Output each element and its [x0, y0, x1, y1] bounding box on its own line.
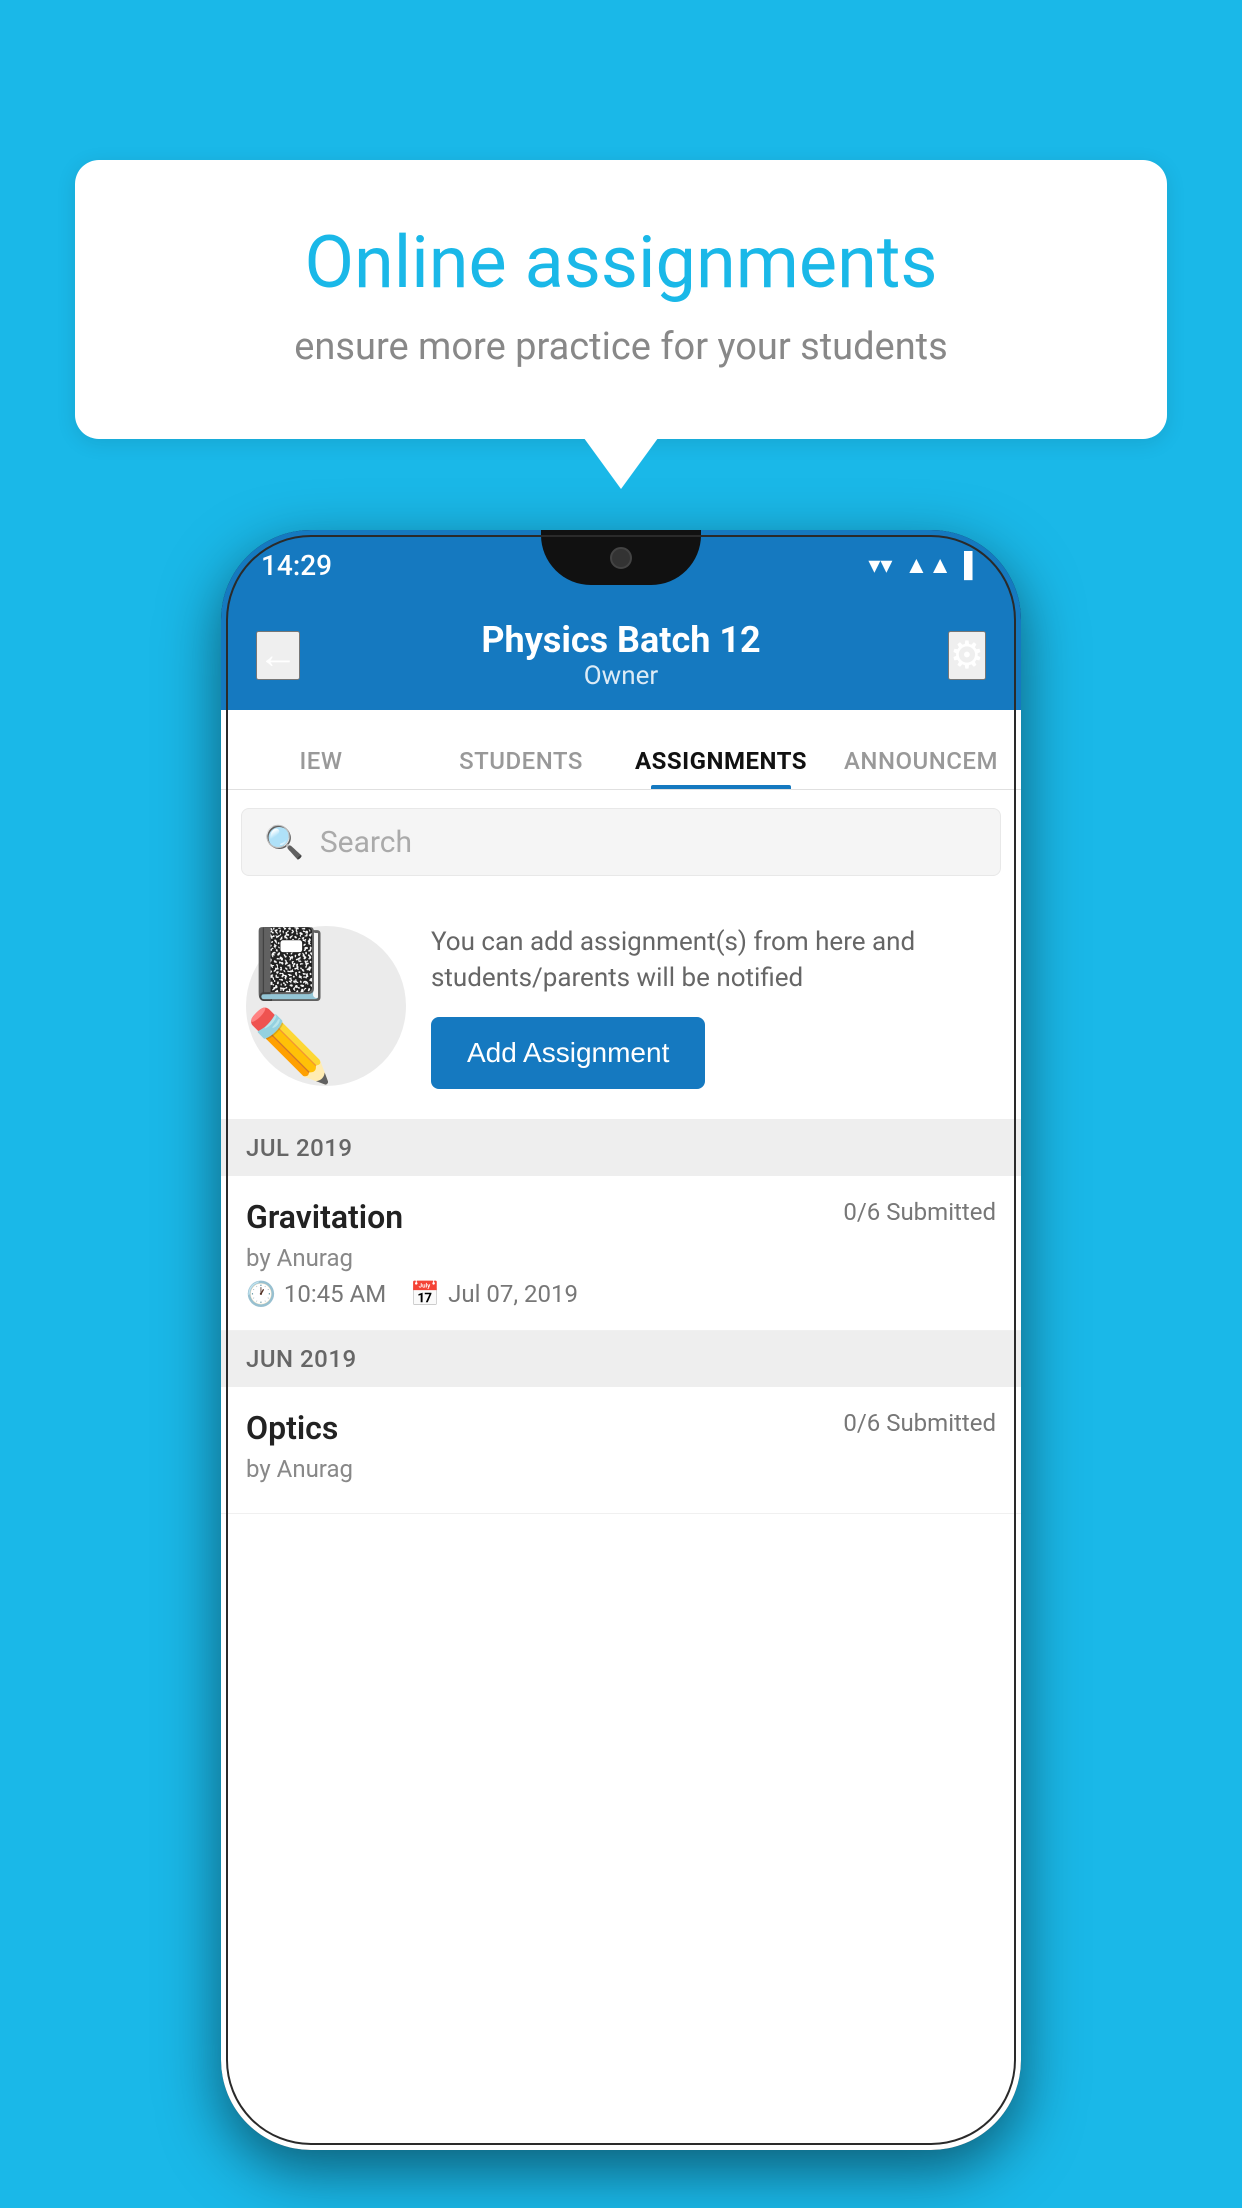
header-title: Physics Batch 12 — [481, 619, 760, 661]
front-camera — [610, 547, 632, 569]
search-placeholder: Search — [320, 825, 412, 860]
assignment-gravitation[interactable]: Gravitation 0/6 Submitted by Anurag 🕐 10… — [221, 1176, 1021, 1331]
assignment-author-optics: by Anurag — [246, 1455, 996, 1483]
assignment-time-text: 10:45 AM — [284, 1280, 386, 1308]
assignment-submitted-gravitation: 0/6 Submitted — [843, 1198, 996, 1226]
assignment-name-gravitation: Gravitation — [246, 1198, 403, 1236]
header-title-group: Physics Batch 12 Owner — [481, 619, 760, 691]
promo-description: You can add assignment(s) from here and … — [431, 924, 996, 997]
assignment-date-gravitation: 📅 Jul 07, 2019 — [410, 1280, 578, 1308]
promo-right: You can add assignment(s) from here and … — [431, 924, 996, 1089]
tabs-bar: IEW STUDENTS ASSIGNMENTS ANNOUNCEM — [221, 710, 1021, 790]
assignment-meta-gravitation: 🕐 10:45 AM 📅 Jul 07, 2019 — [246, 1280, 996, 1308]
search-bar[interactable]: 🔍 Search — [241, 808, 1001, 876]
speech-bubble-title: Online assignments — [145, 220, 1097, 305]
clock-icon: 🕐 — [246, 1280, 276, 1308]
tab-announcements[interactable]: ANNOUNCEM — [821, 747, 1021, 789]
assignment-header-optics: Optics 0/6 Submitted — [246, 1409, 996, 1447]
assignment-optics[interactable]: Optics 0/6 Submitted by Anurag — [221, 1387, 1021, 1514]
assignment-author-gravitation: by Anurag — [246, 1244, 996, 1272]
assignment-submitted-optics: 0/6 Submitted — [843, 1409, 996, 1437]
signal-icon: ▲▲ — [904, 551, 952, 580]
assignment-time-gravitation: 🕐 10:45 AM — [246, 1280, 386, 1308]
battery-icon: ▌ — [964, 551, 981, 580]
back-button[interactable]: ← — [256, 631, 300, 680]
status-icons: ▾▾ ▲▲ ▌ — [868, 551, 981, 580]
app-header: ← Physics Batch 12 Owner ⚙ — [221, 600, 1021, 710]
phone-notch — [541, 530, 701, 585]
notebook-icon: 📓✏️ — [246, 924, 406, 1088]
speech-bubble-subtitle: ensure more practice for your students — [145, 325, 1097, 369]
add-assignment-button[interactable]: Add Assignment — [431, 1017, 705, 1089]
assignment-header: Gravitation 0/6 Submitted — [246, 1198, 996, 1236]
tab-iew[interactable]: IEW — [221, 747, 421, 789]
header-subtitle: Owner — [481, 661, 760, 691]
assignment-date-text: Jul 07, 2019 — [448, 1280, 578, 1308]
speech-bubble-card: Online assignments ensure more practice … — [75, 160, 1167, 439]
section-jul-2019: JUL 2019 — [221, 1120, 1021, 1176]
assignment-name-optics: Optics — [246, 1409, 338, 1447]
calendar-icon: 📅 — [410, 1280, 440, 1308]
phone-screen: 🔍 Search 📓✏️ You can add assignment(s) f… — [221, 790, 1021, 2150]
search-container: 🔍 Search — [221, 790, 1021, 894]
search-icon: 🔍 — [264, 823, 304, 861]
phone-frame: 14:29 ▾▾ ▲▲ ▌ ← Physics Batch 12 Owner ⚙… — [221, 530, 1021, 2150]
section-jun-2019: JUN 2019 — [221, 1331, 1021, 1387]
promo-section: 📓✏️ You can add assignment(s) from here … — [221, 894, 1021, 1120]
promo-icon-circle: 📓✏️ — [246, 926, 406, 1086]
tab-assignments[interactable]: ASSIGNMENTS — [621, 747, 821, 789]
status-time: 14:29 — [261, 549, 332, 582]
tab-students[interactable]: STUDENTS — [421, 747, 621, 789]
wifi-icon: ▾▾ — [868, 551, 892, 579]
settings-button[interactable]: ⚙ — [948, 631, 986, 680]
